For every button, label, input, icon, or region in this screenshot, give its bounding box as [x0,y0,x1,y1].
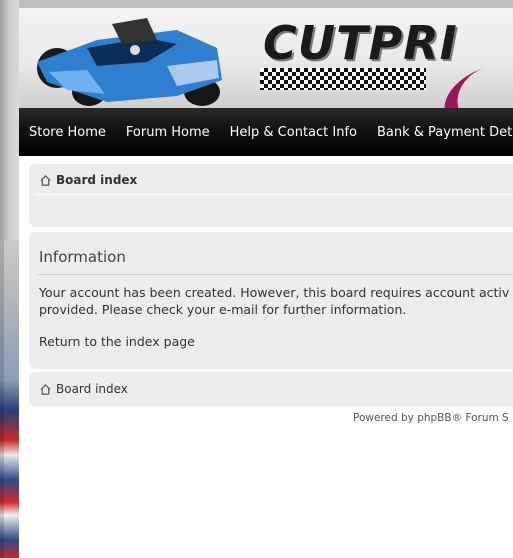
go-kart-image [37,18,222,106]
breadcrumb-top[interactable]: Board index [39,173,137,187]
info-message-line-2: provided. Please check your e-mail for f… [39,302,407,317]
info-title: Information [39,248,126,266]
brand-logo[interactable]: CUTPRI [257,12,513,145]
info-message-line-1: Your account has been created. However, … [39,285,510,300]
information-panel: Information Your account has been create… [29,232,513,369]
breadcrumb-divider [35,194,513,195]
home-icon [40,174,51,186]
left-flag-decoration [0,240,19,558]
breadcrumb-top-label: Board index [56,173,138,187]
return-to-index-link[interactable]: Return to the index page [39,334,195,349]
powered-by-footer: Powered by phpBB® Forum S [353,412,509,424]
breadcrumb-panel-top: Board index [29,164,513,227]
nav-forum-home[interactable]: Forum Home [116,125,220,140]
home-icon [40,383,51,395]
nav-store-home[interactable]: Store Home [19,125,116,140]
nav-help-contact[interactable]: Help & Contact Info [220,125,367,140]
breadcrumb-panel-bottom: Board index [29,372,513,406]
site-header: CUTPRI [19,0,513,145]
main-nav: Store Home Forum Home Help & Contact Inf… [19,108,513,156]
logo-text: CUTPRI [263,16,458,70]
nav-bank-payment[interactable]: Bank & Payment Details [367,125,513,140]
info-message: Your account has been created. However, … [39,284,513,318]
info-divider [37,274,513,275]
breadcrumb-bottom-label: Board index [56,382,128,396]
main-content: Board index Information Your account has… [19,156,513,558]
checkered-flag-strip [260,68,426,90]
breadcrumb-bottom[interactable]: Board index [39,382,128,396]
